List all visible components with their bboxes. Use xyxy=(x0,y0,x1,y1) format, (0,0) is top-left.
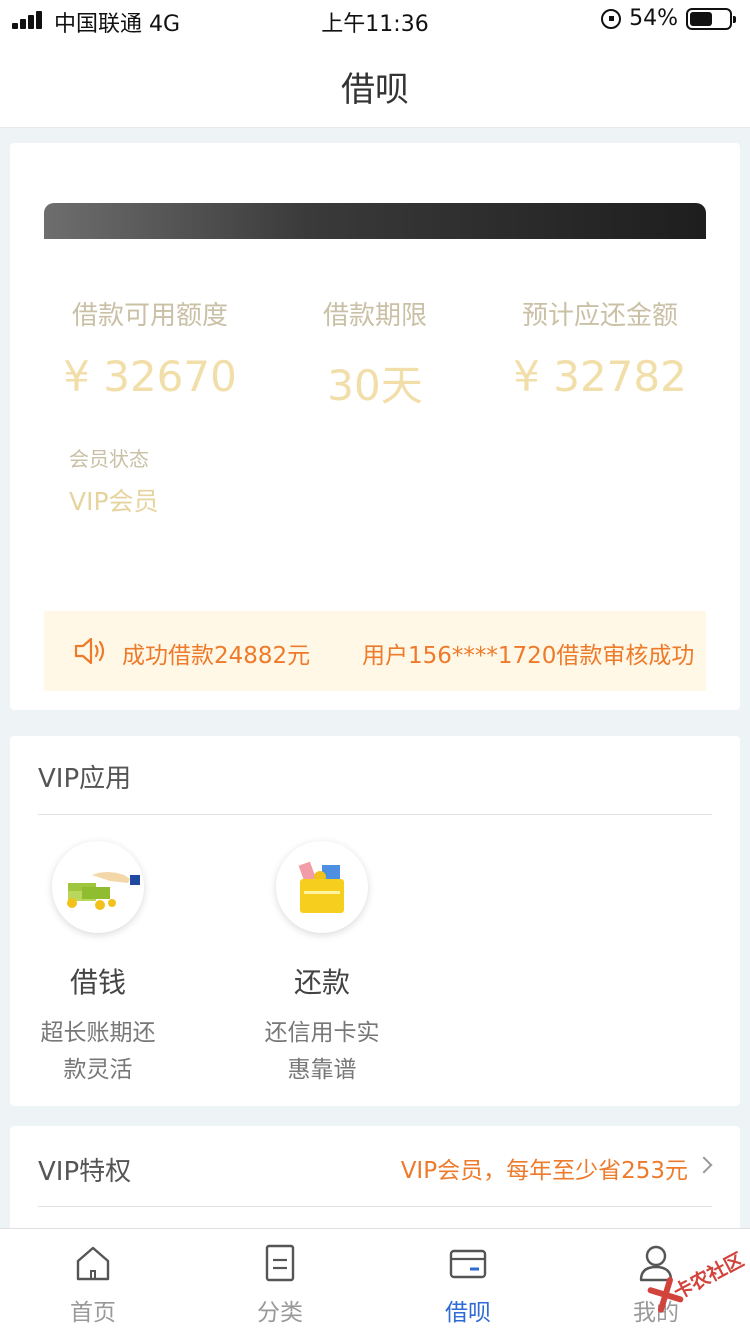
available-credit-label: 借款可用额度 xyxy=(71,301,228,331)
repay-amount-label: 预计应还金额 xyxy=(521,301,678,331)
notice-marquee[interactable]: 成功借款24882元 用户156****1720借款审核成功 xyxy=(44,611,706,691)
app-desc-line: 款灵活 xyxy=(63,1057,133,1083)
loan-term-value: 30天 xyxy=(327,361,423,410)
status-bar: 中国联通 4G 上午11:36 54% xyxy=(0,0,750,40)
vip-privilege-card[interactable]: VIP特权 VIP会员，每年至少省253元 xyxy=(10,1126,740,1234)
loan-card: 借款可用额度 ¥ 32670 借款期限 30天 预计应还金额 ¥ 32782 会… xyxy=(10,143,740,710)
speaker-icon xyxy=(74,637,105,665)
app-name: 借钱 xyxy=(69,966,126,999)
page-title: 借呗 xyxy=(341,70,409,110)
loan-term-label: 借款期限 xyxy=(322,301,427,331)
card-banner xyxy=(44,203,706,239)
card-icon xyxy=(448,1243,488,1283)
wallet-cards-icon xyxy=(276,841,368,933)
vip-promo-text[interactable]: VIP会员，每年至少省253元 xyxy=(401,1151,688,1185)
rotation-lock-icon xyxy=(601,8,622,29)
app-name: 还款 xyxy=(293,966,350,999)
tab-label: 分类 xyxy=(257,1300,303,1326)
section-title: VIP特权 xyxy=(38,1157,132,1187)
app-desc-line: 还信用卡实 xyxy=(264,1020,380,1046)
available-credit-value: ¥ 32670 xyxy=(63,352,237,401)
battery-icon xyxy=(686,7,736,30)
chevron-right-icon[interactable] xyxy=(695,1156,713,1174)
tab-label: 借呗 xyxy=(445,1300,491,1326)
tab-label: 首页 xyxy=(70,1300,116,1326)
notice-message: 成功借款24882元 xyxy=(122,643,311,669)
battery-percent: 54% xyxy=(629,6,678,31)
tab-jiebei[interactable]: 借呗 xyxy=(408,1243,528,1327)
cash-hand-icon xyxy=(52,841,144,933)
section-title: VIP应用 xyxy=(38,764,132,794)
divider xyxy=(38,814,712,815)
home-icon xyxy=(73,1243,113,1283)
available-credit: 借款可用额度 ¥ 32670 xyxy=(50,295,250,401)
nav-bar: 借呗 xyxy=(0,40,750,128)
loan-term: 借款期限 30天 xyxy=(300,295,450,413)
member-status-value: VIP会员 xyxy=(69,487,159,516)
tab-category[interactable]: 分类 xyxy=(220,1243,340,1327)
app-desc: 超长账期还 款灵活 xyxy=(8,1015,188,1089)
member-status: 会员状态 VIP会员 xyxy=(69,443,159,518)
vip-apps-card: VIP应用 借钱 超长账期还 款灵活 还款 还信用卡实 惠靠谱 xyxy=(10,736,740,1106)
app-desc-line: 惠靠谱 xyxy=(287,1057,357,1083)
app-borrow[interactable]: 借钱 超长账期还 款灵活 xyxy=(8,841,188,1089)
app-repay[interactable]: 还款 还信用卡实 惠靠谱 xyxy=(232,841,412,1089)
app-desc-line: 超长账期还 xyxy=(40,1020,156,1046)
repay-amount-value: ¥ 32782 xyxy=(513,352,687,401)
tab-bar: 首页 分类 借呗 我的 xyxy=(0,1228,750,1334)
notice-message: 用户156****1720借款审核成功 xyxy=(362,643,695,669)
repay-amount: 预计应还金额 ¥ 32782 xyxy=(490,295,710,401)
member-status-label: 会员状态 xyxy=(69,447,149,471)
tab-home[interactable]: 首页 xyxy=(33,1243,153,1327)
list-icon xyxy=(260,1243,300,1283)
watermark-text: 卡农社区 xyxy=(670,1248,748,1304)
app-desc: 还信用卡实 惠靠谱 xyxy=(232,1015,412,1089)
divider xyxy=(38,1206,712,1207)
